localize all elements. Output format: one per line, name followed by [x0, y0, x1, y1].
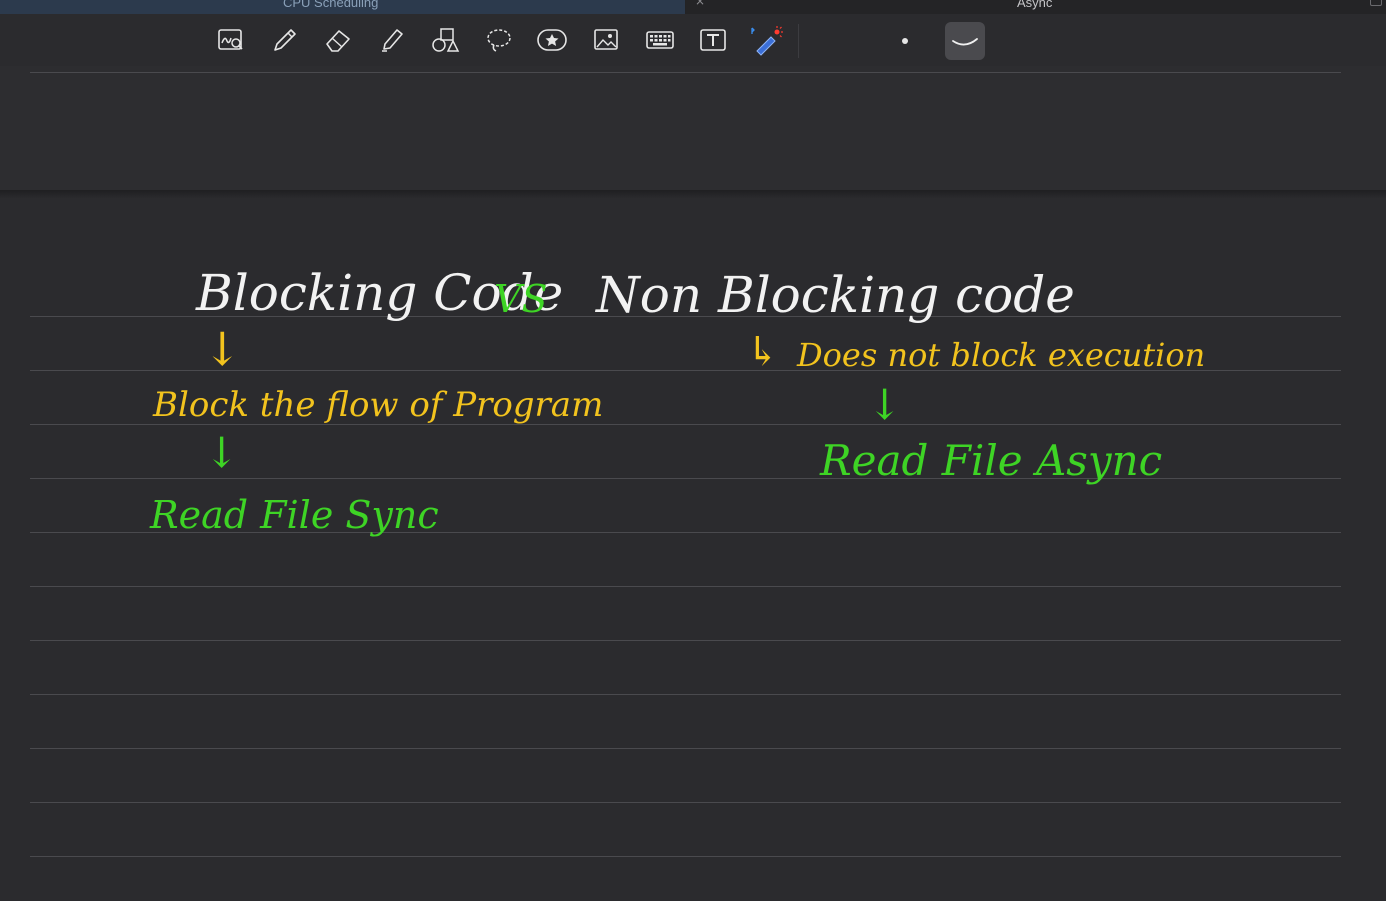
page-separator: [0, 190, 1386, 198]
page-rule: [30, 748, 1341, 749]
highlighter-icon[interactable]: [374, 22, 410, 58]
window-icon[interactable]: [1370, 0, 1382, 6]
note-page[interactable]: Blocking Code VS Non Blocking code ↓ Blo…: [0, 198, 1386, 901]
heading-non-blocking-code: Non Blocking code: [596, 266, 1075, 324]
page-rule: [30, 802, 1341, 803]
page-rule: [30, 694, 1341, 695]
arrow-down-icon: ↓: [867, 380, 903, 429]
text-box-icon[interactable]: [695, 22, 731, 58]
previous-page: [0, 66, 1386, 192]
shapes-icon[interactable]: [427, 22, 463, 58]
laser-pointer-icon[interactable]: [748, 22, 784, 58]
arrow-down-icon: ↓: [203, 322, 242, 376]
stroke-size-dot[interactable]: [902, 38, 908, 44]
page-rule: [30, 640, 1341, 641]
lasso-icon[interactable]: [481, 22, 517, 58]
page-rule: [30, 856, 1341, 857]
stroke-style-button[interactable]: [945, 22, 985, 60]
tab-async[interactable]: × Async: [686, 0, 1386, 14]
arrow-down-icon: ↓: [204, 428, 240, 477]
zoom-handwriting-icon[interactable]: [213, 22, 249, 58]
tab-label: Async: [1017, 0, 1053, 10]
sticker-icon[interactable]: [534, 22, 570, 58]
eraser-icon[interactable]: [320, 22, 356, 58]
left-description: Block the flow of Program: [153, 385, 604, 425]
toolbar-divider: [798, 24, 799, 58]
tab-cpu-scheduling[interactable]: CPU Scheduling: [0, 0, 685, 14]
close-icon[interactable]: ×: [695, 0, 705, 8]
keyboard-icon[interactable]: [642, 22, 678, 58]
arrow-right-hook-icon: ↳: [746, 329, 780, 375]
notes-app: CPU Scheduling × Async Blocking Code VS …: [0, 0, 1386, 901]
heading-vs: VS: [494, 277, 548, 321]
drawing-toolbar: [0, 14, 1386, 66]
left-example: Read File Sync: [150, 493, 439, 537]
tab-bar: CPU Scheduling × Async: [0, 0, 1386, 14]
image-icon[interactable]: [588, 22, 624, 58]
right-description: Does not block execution: [797, 336, 1206, 374]
right-example: Read File Async: [820, 436, 1163, 485]
pen-icon[interactable]: [266, 22, 302, 58]
page-rule: [30, 72, 1341, 73]
tab-label: CPU Scheduling: [283, 0, 379, 10]
page-rule: [30, 586, 1341, 587]
